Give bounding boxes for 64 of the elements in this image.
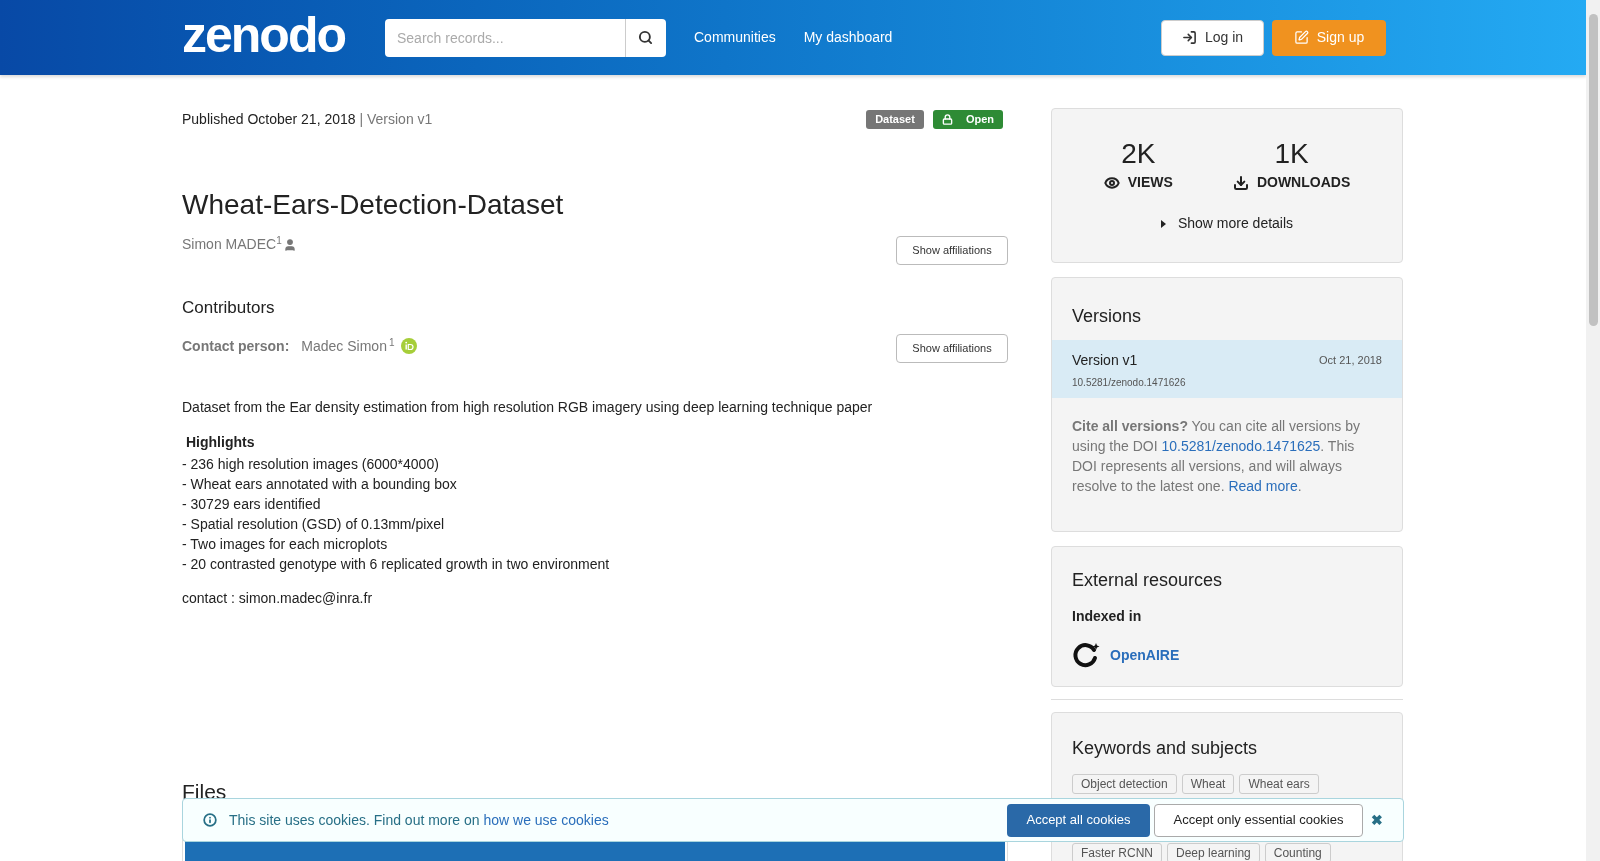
contributor-name: Madec Simon$^{1}$ <box>301 335 395 356</box>
creator-name: Simon MADEC$^{1}$ <box>182 234 282 254</box>
login-button[interactable]: Log in <box>1161 19 1264 56</box>
publish-date: Published October 21, 2018 <box>182 110 357 127</box>
downloads-label: DOWNLOADS <box>1256 173 1351 192</box>
search-field[interactable]: Search records... <box>385 18 625 57</box>
read-more-link[interactable]: Read more <box>1228 478 1298 494</box>
keyword-tag[interactable]: Object detection <box>1072 774 1177 794</box>
keyword-tag[interactable]: Counting <box>1264 843 1331 861</box>
highlight-item: - 236 high resolution images (6000*4000) <box>182 454 440 474</box>
contact-label: Contact person: <box>182 336 290 356</box>
info-icon <box>203 813 217 827</box>
eye-icon <box>1103 174 1120 191</box>
show-more-details[interactable]: Show more details <box>1160 213 1294 234</box>
close-button[interactable]: ✖ <box>1371 809 1383 831</box>
keyword-tag[interactable]: Wheat ears <box>1239 774 1319 794</box>
nav-link[interactable]: Communities <box>694 27 776 48</box>
login-icon <box>1181 30 1197 45</box>
download-icon <box>1232 174 1249 191</box>
nav-link[interactable]: My dashboard <box>803 27 893 48</box>
highlight-item: - 30729 ears identified <box>182 494 322 514</box>
card-heading: Versions <box>1071 305 1143 328</box>
show-affiliations-button[interactable]: Show affiliations <box>896 333 1008 363</box>
highlight-item: - Two images for each microplots <box>182 534 389 554</box>
openaire-link[interactable]: OpenAIRE <box>1110 644 1180 666</box>
highlight-item: - Wheat ears annotated with a bounding box <box>182 474 458 494</box>
cookie-text: This site uses cookies. Find out more on how we use cookies <box>229 810 609 830</box>
accept-all-button[interactable]: Accept all cookies <box>1007 803 1150 837</box>
version-label: | Version v1 <box>359 110 433 127</box>
views-count: 2K <box>1121 139 1156 169</box>
search-icon <box>638 30 654 45</box>
card-heading: External resources <box>1072 569 1224 592</box>
logo[interactable]: zenodo <box>182 9 345 60</box>
caret-icon <box>1160 219 1166 228</box>
record-badge: Dataset <box>866 109 924 129</box>
record-title: Wheat-Ears-Detection-Dataset <box>182 188 565 222</box>
cite-text: Cite all versions? You can cite all versions by using the DOI 10.5281/zenodo.1471625. This DOI represents all versions, and will always resolve to the latest one. Read more. <box>1071 417 1361 496</box>
record-badge: Open <box>932 109 1003 129</box>
indexed-label: Indexed in <box>1072 607 1143 626</box>
version-date: Oct 21, 2018 <box>1319 353 1382 369</box>
description-text: Dataset from the Ear density estimation from high resolution RGB imagery using deep learning technique paper <box>182 397 874 417</box>
cookie-policy-link[interactable]: how we use cookies <box>483 811 609 828</box>
version-name: Version v1 <box>1072 351 1138 370</box>
person-icon <box>282 237 297 252</box>
highlights-heading: Highlights <box>186 432 256 452</box>
views-label: VIEWS <box>1127 173 1173 192</box>
keyword-tag[interactable]: Wheat <box>1181 774 1235 794</box>
show-affiliations-button[interactable]: Show affiliations <box>896 236 1008 265</box>
keyword-tag[interactable]: Faster RCNN <box>1072 843 1162 861</box>
highlight-item: - Spatial resolution (GSD) of 0.13mm/pixel <box>182 514 446 534</box>
openaire-icon <box>1072 641 1100 669</box>
downloads-count: 1K <box>1274 139 1309 169</box>
scrollbar[interactable] <box>1586 0 1600 861</box>
keyword-tag[interactable]: Deep learning <box>1167 843 1260 861</box>
section-heading: Contributors <box>182 297 276 319</box>
contact-text: contact : simon.madec@inra.fr <box>182 588 374 608</box>
highlight-item: - 20 contrasted genotype with 6 replicated growth in two environment <box>182 554 611 574</box>
version-doi: 10.5281/zenodo.1471626 <box>1072 376 1187 390</box>
edit-icon <box>1293 30 1309 45</box>
search-button[interactable] <box>625 18 666 57</box>
accept-essential-button[interactable]: Accept only essential cookies <box>1154 803 1363 837</box>
card-heading: Keywords and subjects <box>1072 737 1259 760</box>
orcid-icon <box>400 338 417 354</box>
version-row[interactable]: Version v1 Oct 21, 2018 10.5281/zenodo.1471626 <box>1052 340 1402 398</box>
